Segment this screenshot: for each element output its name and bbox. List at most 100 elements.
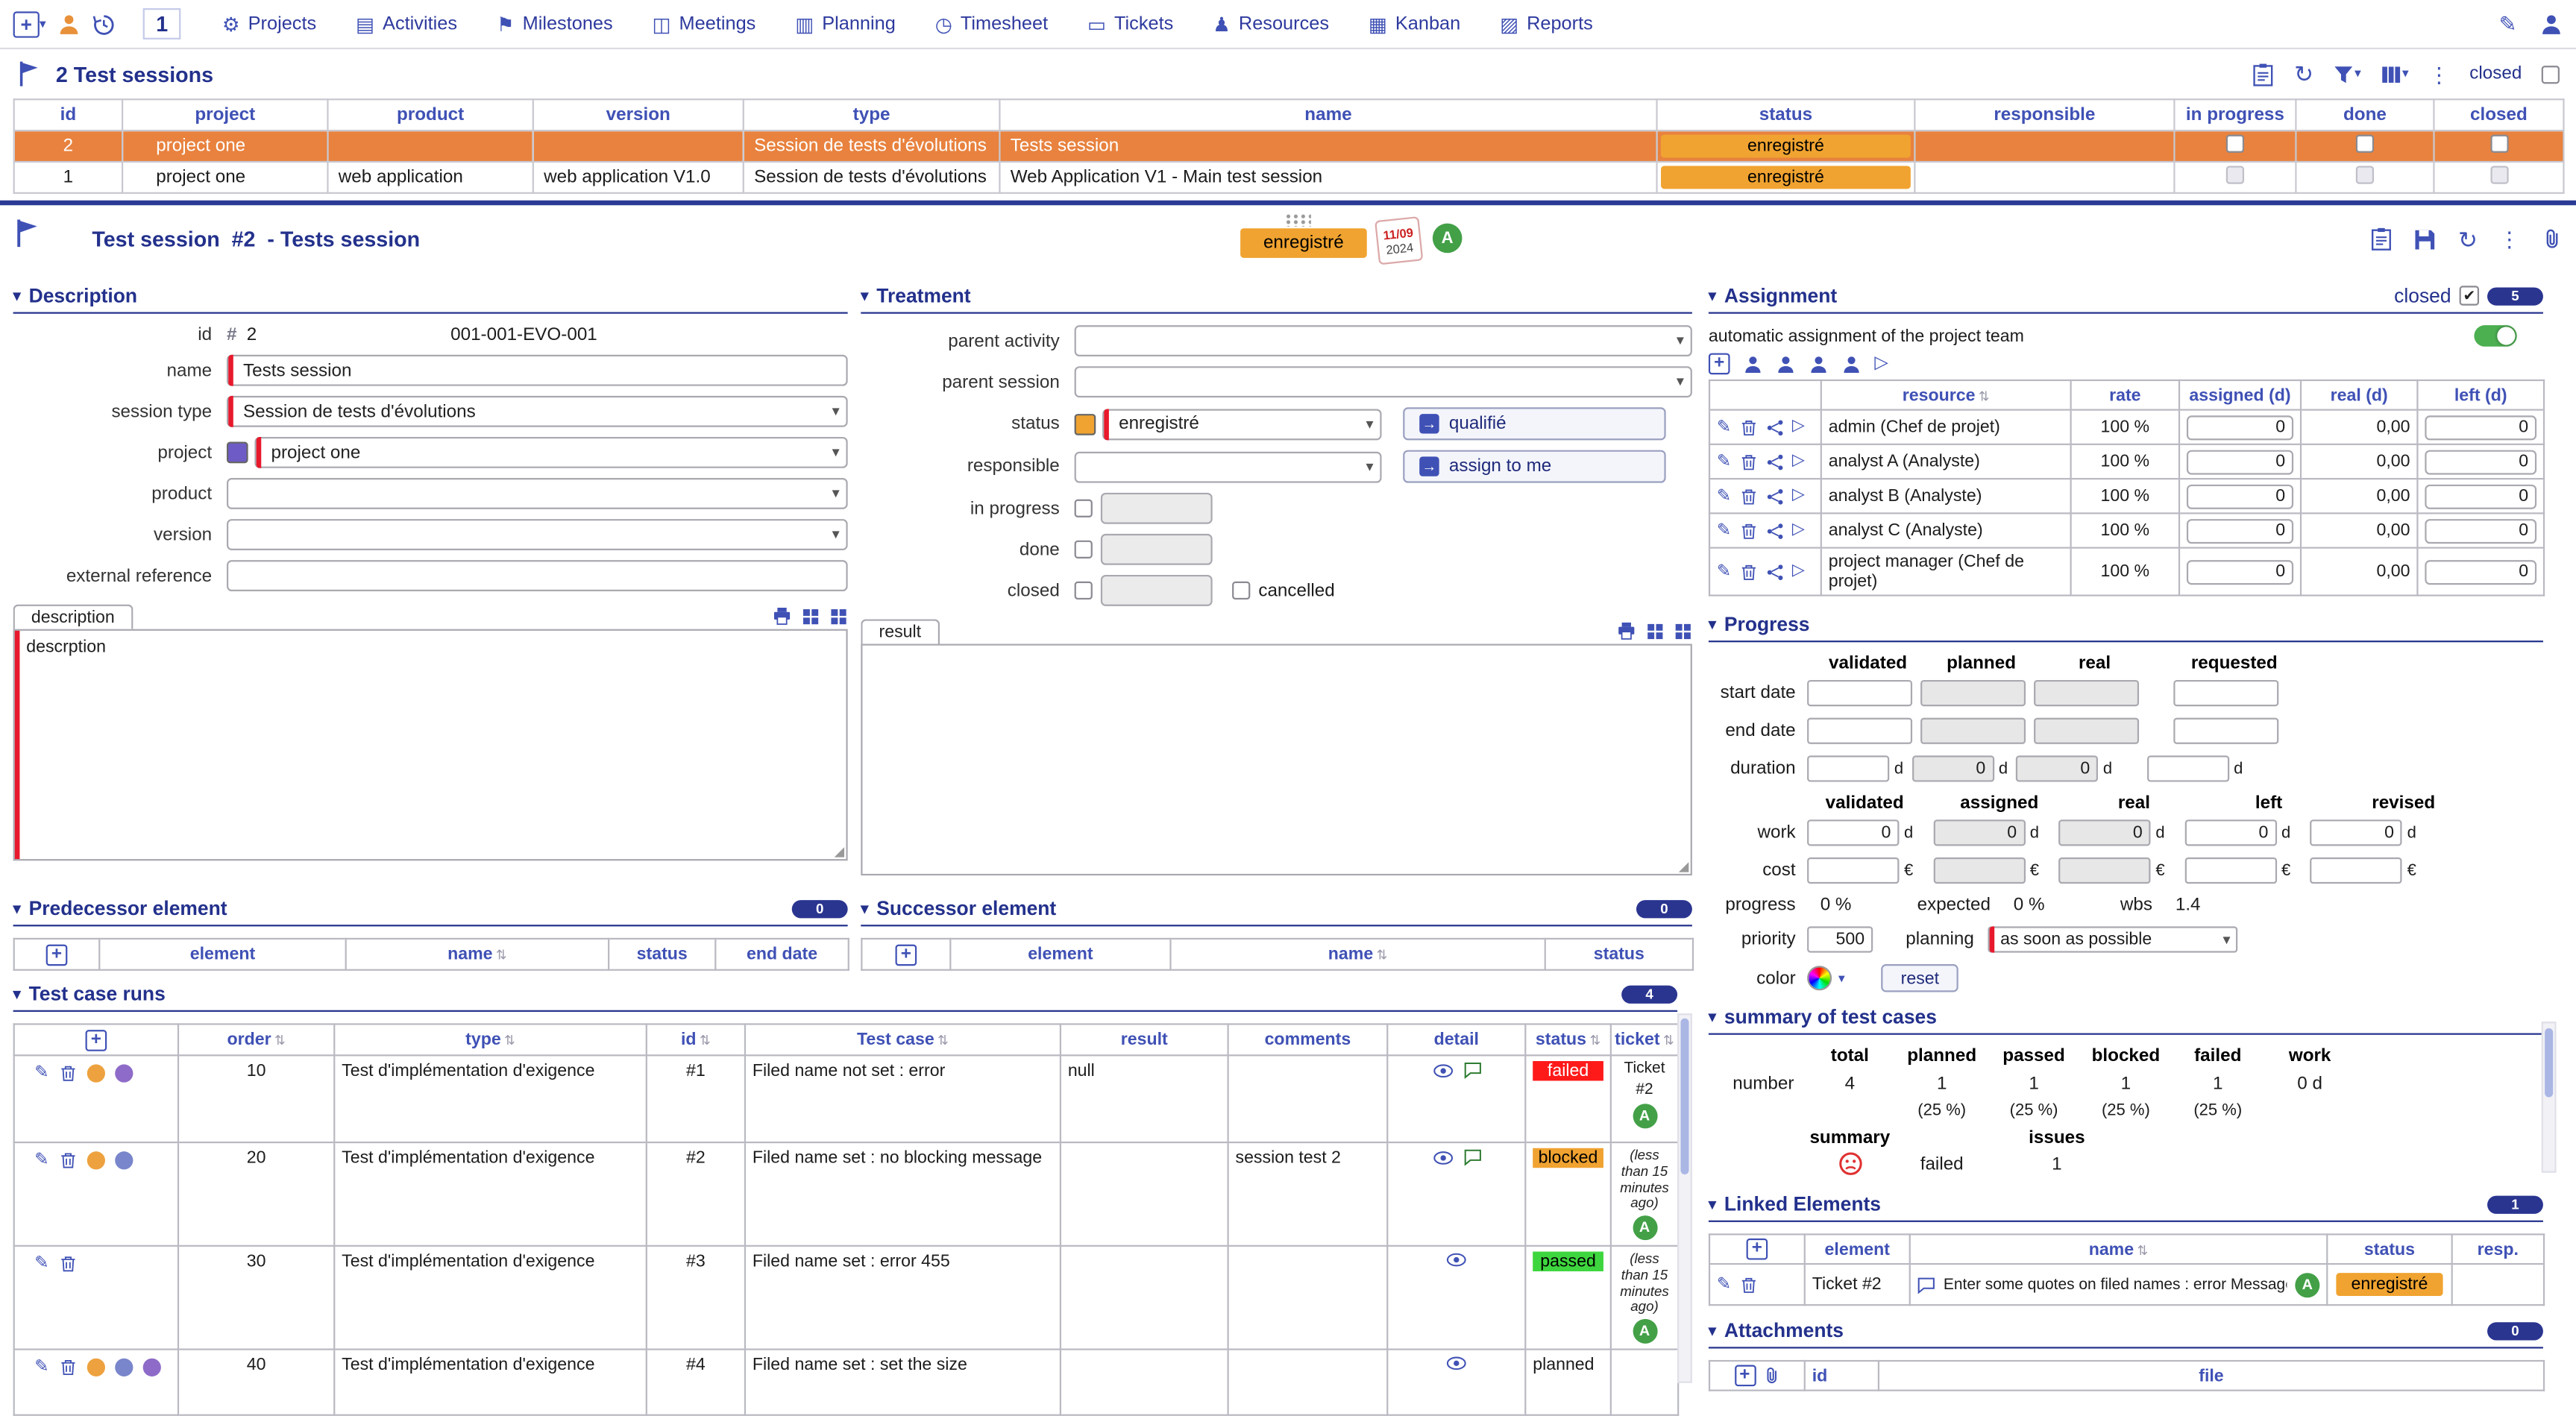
col-ticket[interactable]: ticket ⇅ — [1609, 1023, 1680, 1057]
left-input[interactable]: 0 — [2425, 483, 2537, 509]
columns-icon[interactable]: ▾ — [2381, 63, 2409, 85]
collapse-icon[interactable]: ▾ — [1709, 1007, 1716, 1025]
layout-icon[interactable] — [802, 607, 820, 625]
project-select[interactable]: project one — [254, 436, 848, 468]
col-done[interactable]: done — [2295, 98, 2435, 132]
planning-select[interactable]: as soon as possible — [1987, 926, 2237, 953]
end-date-requested-input[interactable] — [2173, 717, 2279, 744]
save-icon[interactable] — [2413, 227, 2437, 251]
menu-timesheet[interactable]: ◷ Timesheet — [935, 13, 1048, 36]
favorites-icon[interactable] — [57, 13, 81, 36]
assignment-row[interactable]: ✎ ▷ analyst B (Analyste) 100 % 0 0,00 0 — [1708, 478, 2545, 515]
col-result[interactable]: result — [1059, 1023, 1229, 1057]
col-project[interactable]: project — [122, 98, 329, 132]
responsible-select[interactable] — [1074, 450, 1382, 482]
delete-icon[interactable] — [59, 1064, 77, 1082]
work-validated-input[interactable]: 0 — [1807, 819, 1900, 846]
col-real[interactable]: real (d) — [2299, 379, 2419, 411]
detail-icon[interactable]: ▷ — [1792, 521, 1805, 538]
edit-icon[interactable]: ✎ — [34, 1359, 48, 1376]
edit-icon[interactable]: ✎ — [2499, 13, 2517, 35]
menu-planning[interactable]: ▥ Planning — [795, 13, 896, 36]
left-input[interactable]: 0 — [2425, 449, 2537, 474]
assignment-row[interactable]: ✎ ▷ analyst C (Analyste) 100 % 0 0,00 0 — [1708, 512, 2545, 549]
col-status[interactable]: status ⇅ — [1524, 1023, 1612, 1057]
left-input[interactable]: 0 — [2425, 415, 2537, 440]
detail-icon[interactable]: ▷ — [1792, 418, 1805, 435]
checklist-icon[interactable] — [2371, 227, 2393, 251]
run-action-icon[interactable] — [114, 1064, 133, 1083]
share-icon[interactable] — [1766, 418, 1784, 436]
done-checkbox[interactable] — [2355, 134, 2375, 153]
table-row-selected[interactable]: 2 project one Session de tests d'évoluti… — [13, 130, 2565, 163]
view-icon[interactable] — [1445, 1252, 1467, 1268]
assigned-input[interactable]: 0 — [2186, 415, 2294, 440]
add-predecessor-button[interactable]: + — [45, 943, 68, 966]
cost-left-input[interactable] — [2184, 857, 2277, 884]
external-reference-input[interactable] — [226, 560, 848, 592]
col-rate[interactable]: rate — [2070, 379, 2181, 411]
resize-handle[interactable]: ◢ — [835, 844, 845, 859]
caret-icon[interactable]: ▾ — [1838, 971, 1845, 986]
drag-handle[interactable] — [1284, 213, 1311, 227]
version-select[interactable] — [226, 519, 848, 550]
closed-filter-checkbox[interactable] — [2541, 65, 2560, 84]
menu-meetings[interactable]: ◫ Meetings — [653, 13, 756, 36]
col-status[interactable]: status — [1544, 937, 1694, 971]
comment-icon[interactable] — [1463, 1148, 1481, 1166]
duration-requested-input[interactable] — [2146, 755, 2229, 782]
add-linked-element-button[interactable]: + — [1746, 1238, 1768, 1260]
run-status-icon[interactable] — [87, 1064, 105, 1083]
description-textarea[interactable]: descrption ◢ — [13, 629, 848, 861]
delete-icon[interactable] — [59, 1255, 77, 1273]
comment-icon[interactable] — [1463, 1061, 1481, 1079]
col-product[interactable]: product — [327, 98, 534, 132]
refresh-icon[interactable]: ↻ — [2294, 63, 2313, 86]
user-icon[interactable] — [2540, 13, 2563, 36]
detail-icon[interactable]: ▷ — [1792, 562, 1805, 580]
test-run-row[interactable]: ✎ 10 Test d'implémentation d'exigence #1… — [13, 1054, 1680, 1144]
edit-icon[interactable]: ✎ — [1717, 453, 1731, 470]
col-name[interactable]: name ⇅ — [1169, 937, 1546, 971]
col-in-progress[interactable]: in progress — [2173, 98, 2297, 132]
collapse-icon[interactable]: ▾ — [861, 286, 868, 304]
col-test-case[interactable]: Test case ⇅ — [744, 1023, 1062, 1057]
col-resp[interactable]: resp. — [2451, 1233, 2545, 1265]
add-assignment-button[interactable]: + — [1708, 353, 1730, 375]
assigned-input[interactable]: 0 — [2186, 449, 2294, 474]
print-icon[interactable] — [1617, 621, 1636, 641]
delete-icon[interactable] — [59, 1151, 77, 1169]
test-run-row[interactable]: ✎ 30 Test d'implémentation d'exigence #3… — [13, 1244, 1680, 1350]
col-name[interactable]: name — [999, 98, 1658, 132]
edit-icon[interactable]: ✎ — [1717, 1276, 1731, 1293]
duration-validated-input[interactable] — [1807, 755, 1890, 782]
col-end-date[interactable]: end date — [714, 937, 849, 971]
more-menu-icon[interactable]: ⋮ — [2498, 228, 2520, 250]
run-status-icon[interactable] — [87, 1151, 105, 1170]
product-select[interactable] — [226, 478, 848, 509]
ticket-link[interactable]: Ticket — [1624, 1060, 1665, 1079]
parent-session-select[interactable] — [1074, 366, 1692, 398]
run-action-icon[interactable] — [114, 1358, 133, 1377]
col-element[interactable]: element — [949, 937, 1172, 971]
run-action-icon[interactable] — [142, 1358, 161, 1377]
assigned-input[interactable]: 0 — [2186, 483, 2294, 509]
linked-element-row[interactable]: ✎ Ticket #2 Enter some quotes on filed n… — [1708, 1262, 2545, 1306]
parent-activity-select[interactable] — [1074, 325, 1692, 357]
col-assigned[interactable]: assigned (d) — [2178, 379, 2302, 411]
view-icon[interactable] — [1445, 1356, 1467, 1372]
layout-icon[interactable] — [1646, 622, 1664, 640]
assignment-row[interactable]: ✎ ▷ project manager (Chef de projet) 100 … — [1708, 547, 2545, 597]
test-run-row[interactable]: ✎ 20 Test d'implémentation d'exigence #2… — [13, 1141, 1680, 1247]
run-action-icon[interactable] — [114, 1151, 133, 1170]
start-date-validated-input[interactable] — [1807, 679, 1913, 707]
collapse-icon[interactable]: ▾ — [13, 286, 21, 304]
print-icon[interactable] — [772, 606, 791, 626]
ticket-link[interactable]: #2 — [1636, 1080, 1653, 1100]
menu-kanban[interactable]: ▦ Kanban — [1369, 13, 1460, 36]
in-progress-checkbox[interactable] — [2225, 166, 2245, 184]
cost-validated-input[interactable] — [1807, 857, 1900, 884]
closed-checkbox[interactable] — [2489, 166, 2508, 184]
col-comments[interactable]: comments — [1227, 1023, 1389, 1057]
filter-icon[interactable]: ▾ — [2333, 63, 2361, 85]
